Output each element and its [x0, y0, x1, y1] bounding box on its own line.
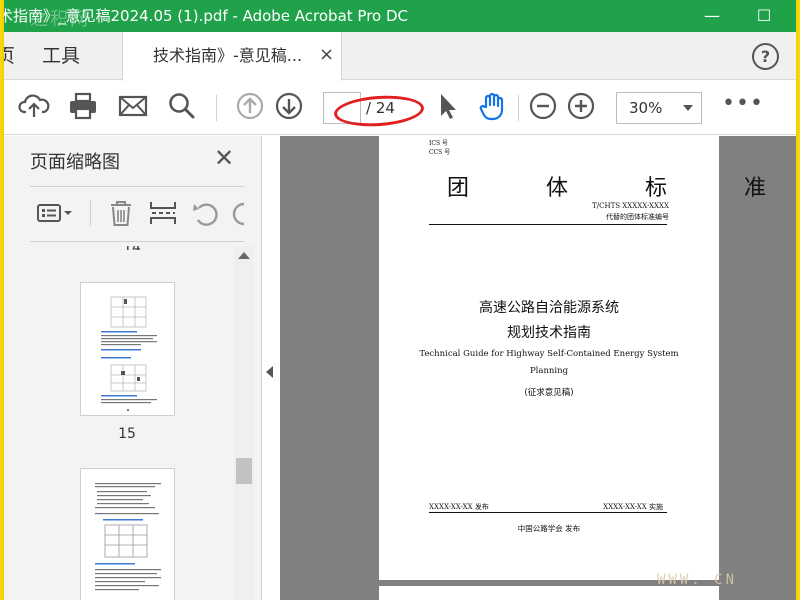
scrollbar-thumb[interactable] — [236, 458, 252, 484]
panel-divider — [30, 186, 244, 187]
document-title-cn-line2: 规划技术指南 — [507, 325, 591, 341]
implement-date: XXXX-XX-XX 实施 — [603, 503, 663, 511]
previous-page-icon[interactable] — [234, 90, 266, 122]
scroll-up-arrow-icon[interactable] — [238, 252, 250, 259]
more-icon[interactable]: ••• — [722, 91, 764, 116]
standard-type-heading: 团 体 标 准 — [447, 176, 798, 201]
panel-close-button[interactable]: ✕ — [214, 144, 234, 172]
site-watermark: WWW. CN — [657, 572, 738, 588]
thumbnail-options-icon[interactable] — [36, 198, 72, 228]
header-rule — [429, 224, 667, 225]
panel-title: 页面缩略图 — [30, 152, 120, 173]
thumbnail-page-15[interactable] — [80, 282, 175, 416]
next-pdf-page — [379, 586, 719, 600]
ics-label: ICS 号 — [429, 140, 448, 147]
panel-tool-separator — [90, 200, 91, 226]
email-icon[interactable] — [117, 90, 149, 122]
watermark-text: 之积网 — [30, 9, 90, 30]
collapse-panel-icon[interactable] — [266, 366, 273, 378]
zoom-in-icon[interactable] — [565, 90, 597, 122]
insert-page-icon[interactable] — [148, 198, 178, 228]
ccs-label: CCS 号 — [429, 149, 451, 156]
tab-document-label: 技术指南》-意见稿... — [153, 46, 303, 65]
draft-note: (征求意见稿) — [524, 388, 574, 398]
chevron-down-icon — [683, 105, 693, 111]
document-viewport[interactable]: ICS 号 CCS 号 团 体 标 准 T/CHTS XXXXX-XXXX 代替… — [280, 136, 798, 600]
toolbar: / 24 30% ••• — [4, 81, 796, 135]
thumbnail-panel: 页面缩略图 ✕ 14 — [4, 136, 262, 600]
publisher-line: 中国公路学会 发布 — [517, 524, 581, 533]
rotate-cw-icon[interactable] — [230, 198, 246, 228]
tab-close-button[interactable]: × — [319, 32, 334, 78]
search-icon[interactable] — [166, 90, 198, 122]
thumbnail-page-number: 14 — [112, 246, 152, 250]
zoom-select[interactable]: 30% — [616, 92, 702, 124]
standard-code-note: 代替的团体标准编号 — [606, 213, 669, 221]
toolbar-separator — [518, 95, 519, 121]
maximize-button[interactable]: ☐ — [744, 0, 784, 32]
zoom-out-icon[interactable] — [527, 90, 559, 122]
next-page-icon[interactable] — [273, 90, 305, 122]
app-window: 术指南》_意见稿2024.05 (1).pdf - Adobe Acrobat … — [2, 0, 798, 600]
document-title-cn-line1: 高速公路自洽能源系统 — [479, 300, 619, 316]
hand-tool-icon[interactable] — [477, 90, 509, 122]
cloud-upload-icon[interactable] — [18, 90, 50, 122]
tab-bar: 页 工具 技术指南》-意见稿... × — [4, 32, 796, 81]
pdf-page: ICS 号 CCS 号 团 体 标 准 T/CHTS XXXXX-XXXX 代替… — [379, 136, 798, 580]
tab-document[interactable]: 技术指南》-意见稿... × — [122, 32, 342, 81]
minimize-button[interactable]: — — [692, 0, 732, 32]
standard-code: T/CHTS XXXXX-XXXX — [592, 202, 669, 210]
thumbnail-page-16[interactable] — [80, 468, 175, 600]
print-icon[interactable] — [67, 90, 99, 122]
thumbnail-page-number: 15 — [118, 426, 136, 442]
footer-rule — [429, 512, 667, 513]
delete-icon[interactable] — [106, 198, 136, 228]
select-pointer-icon[interactable] — [432, 90, 464, 122]
title-bar: 术指南》_意见稿2024.05 (1).pdf - Adobe Acrobat … — [4, 0, 796, 32]
rotate-ccw-icon[interactable] — [190, 198, 220, 228]
toolbar-separator — [216, 95, 217, 121]
document-title-en-line2: Planning — [529, 366, 569, 376]
thumbnail-list: 14 15 — [30, 246, 234, 600]
tab-tools[interactable]: 工具 — [42, 32, 80, 80]
tab-home[interactable]: 页 — [4, 32, 15, 80]
document-title-en-line1: Technical Guide for Highway Self-Contain… — [419, 349, 679, 359]
panel-divider — [30, 241, 244, 242]
zoom-value: 30% — [629, 99, 663, 117]
thumbnail-scrollbar[interactable] — [234, 246, 254, 600]
help-button[interactable]: ? — [752, 43, 779, 70]
issue-date: XXXX-XX-XX 发布 — [429, 503, 489, 511]
